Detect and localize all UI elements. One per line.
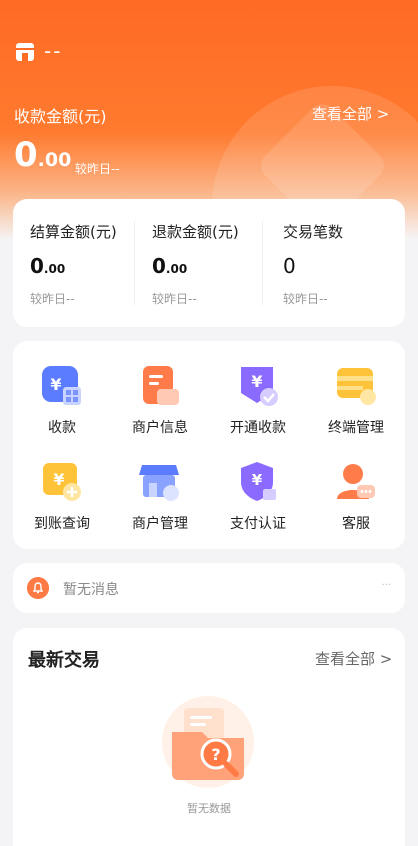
notice-text: 暂无消息: [63, 582, 119, 598]
menu-activate-payment[interactable]: ¥ 开通收款: [209, 363, 307, 437]
activate-payment-icon: ¥: [241, 367, 278, 406]
stat-value: 0.00: [30, 254, 66, 278]
empty-folder-search-icon: ?: [162, 696, 254, 788]
stat-refund[interactable]: 退款金额(元) 0.00 较昨日--: [152, 221, 239, 307]
merchant-info-icon: [143, 366, 179, 405]
collect-amount-integer: 0: [14, 135, 38, 175]
latest-title: 最新交易: [28, 650, 100, 671]
svg-text:¥: ¥: [252, 471, 263, 489]
menu-collect[interactable]: ¥ 收款: [13, 363, 111, 437]
notice-more-icon[interactable]: ···: [381, 580, 391, 591]
menu-terminal-management[interactable]: 终端管理: [307, 363, 405, 437]
menu-label: 终端管理: [328, 420, 384, 436]
divider: [262, 221, 263, 305]
collect-qr-icon: ¥: [42, 366, 81, 405]
stat-compare: 较昨日--: [30, 292, 75, 306]
stat-compare: 较昨日--: [152, 292, 197, 306]
terminal-management-icon: [337, 368, 376, 405]
merchant-management-icon: [139, 465, 179, 501]
latest-transactions: 最新交易 查看全部 > ? 暂无数据: [13, 628, 405, 846]
stat-label: 结算金额(元): [30, 223, 117, 241]
svg-text:?: ?: [211, 745, 220, 764]
stat-compare: 较昨日--: [283, 292, 328, 306]
menu-label: 到账查询: [34, 516, 90, 532]
view-all-collect-link[interactable]: 查看全部 >: [312, 103, 389, 124]
divider: [134, 221, 135, 305]
store-name[interactable]: --: [44, 39, 62, 63]
payment-auth-icon: ¥: [241, 462, 276, 501]
store-icon: [16, 43, 34, 61]
empty-text: 暂无数据: [187, 802, 231, 815]
menu-customer-service[interactable]: 客服: [307, 459, 405, 533]
collect-compare: 较昨日--: [75, 162, 120, 176]
menu-arrival-query[interactable]: ¥ 到账查询: [13, 459, 111, 533]
menu-label: 支付认证: [230, 516, 286, 532]
menu-label: 客服: [342, 516, 370, 532]
menu-label: 商户信息: [132, 420, 188, 436]
menu-merchant-management[interactable]: 商户管理: [111, 459, 209, 533]
menu-payment-auth[interactable]: ¥ 支付认证: [209, 459, 307, 533]
stats-card: 结算金额(元) 0.00 较昨日-- 退款金额(元) 0.00 较昨日-- 交易…: [13, 199, 405, 327]
stat-value: 0: [283, 254, 296, 278]
notice-bar[interactable]: 暂无消息 ···: [13, 563, 405, 613]
svg-text:¥: ¥: [50, 375, 61, 394]
collect-amount-decimal: .00: [37, 149, 72, 171]
collect-amount: 0.00: [14, 138, 71, 172]
bell-icon: [27, 577, 49, 599]
function-grid: ¥ 收款 商户信息 ¥ 开通收款 终端管理 ¥ 到账查询 商户管理 ¥ 支付认证…: [13, 341, 405, 549]
stat-label: 交易笔数: [283, 223, 344, 241]
menu-label: 商户管理: [132, 516, 188, 532]
menu-merchant-info[interactable]: 商户信息: [111, 363, 209, 437]
customer-service-icon: [337, 464, 375, 499]
stat-transactions[interactable]: 交易笔数 0 较昨日--: [283, 221, 343, 307]
svg-text:¥: ¥: [251, 372, 262, 391]
stat-value: 0.00: [152, 254, 188, 278]
menu-label: 收款: [48, 420, 76, 436]
svg-text:¥: ¥: [53, 470, 64, 489]
view-all-transactions-link[interactable]: 查看全部 >: [315, 648, 392, 669]
menu-label: 开通收款: [230, 420, 286, 436]
stat-settlement[interactable]: 结算金额(元) 0.00 较昨日--: [30, 221, 117, 307]
collect-amount-title: 收款金额(元): [14, 107, 107, 126]
stat-label: 退款金额(元): [152, 223, 239, 241]
arrival-query-icon: ¥: [43, 463, 81, 501]
